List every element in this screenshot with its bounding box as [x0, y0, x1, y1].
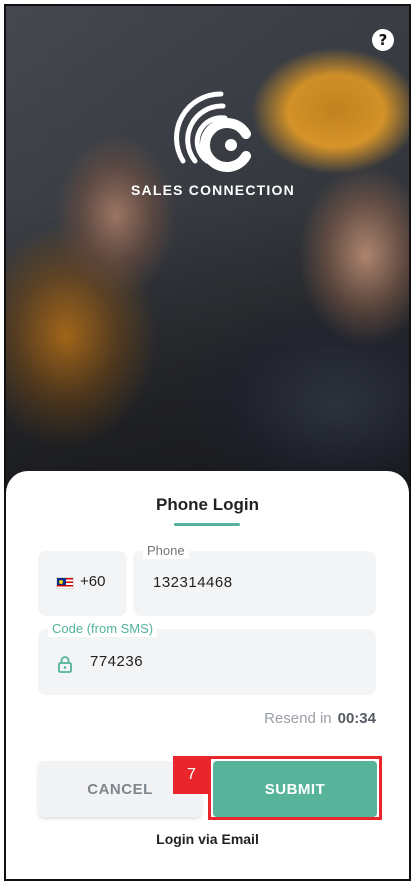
phone-label: Phone — [143, 543, 189, 559]
malaysia-flag-icon — [56, 577, 74, 589]
question-icon: ? — [378, 31, 388, 49]
lock-icon — [58, 656, 72, 673]
cancel-label: CANCEL — [87, 780, 153, 798]
phone-input[interactable]: 132314468 — [153, 574, 233, 591]
country-code-selector[interactable]: +60 — [38, 551, 127, 616]
sales-connection-logo-icon — [174, 91, 251, 172]
sms-code-input[interactable]: 774236 — [90, 653, 143, 670]
resend-label: Resend in — [264, 710, 332, 727]
phone-field[interactable]: Phone 132314468 — [133, 543, 376, 616]
hero-image: ? SALES CONNECTION — [6, 6, 409, 506]
brand-name: SALES CONNECTION — [131, 182, 295, 198]
submit-button[interactable]: SUBMIT — [213, 761, 377, 817]
brand-logo: SALES CONNECTION — [131, 86, 295, 201]
app-frame: ? SALES CONNECTION Phone Login +60 Phone — [4, 4, 411, 881]
login-sheet: Phone Login +60 Phone 132314468 Code (fr… — [6, 471, 409, 879]
step-marker-badge: 7 — [173, 756, 210, 794]
submit-label: SUBMIT — [264, 780, 326, 798]
resend-timer: Resend in 00:34 — [264, 710, 376, 727]
login-via-email-link[interactable]: Login via Email — [6, 831, 409, 847]
page-title: Phone Login — [156, 495, 259, 514]
title-underline — [174, 523, 240, 526]
hero-shade — [6, 6, 409, 506]
sms-code-label: Code (from SMS) — [48, 621, 158, 637]
resend-countdown: 00:34 — [337, 710, 376, 727]
help-button[interactable]: ? — [372, 29, 394, 51]
sms-code-field[interactable]: Code (from SMS) 774236 — [38, 621, 376, 695]
country-code: +60 — [80, 573, 106, 590]
